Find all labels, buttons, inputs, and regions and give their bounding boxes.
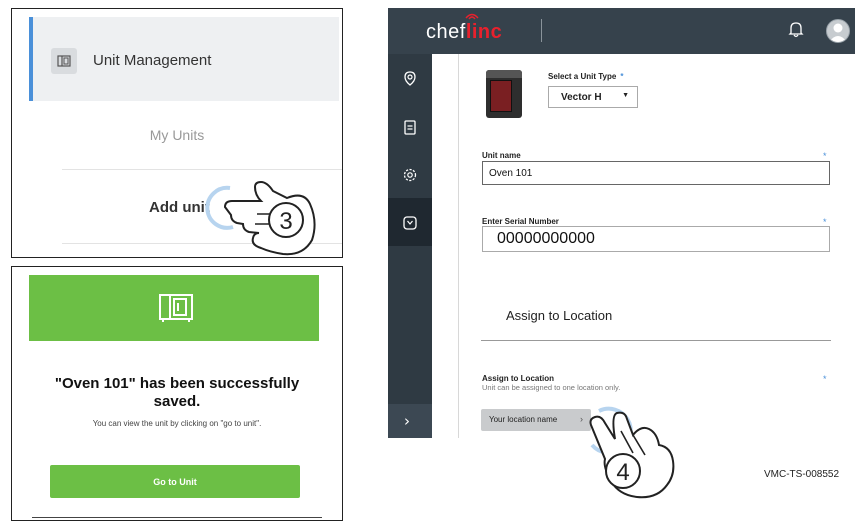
clipboard-icon[interactable]: [401, 118, 419, 136]
tap-hand-icon-step-3: 3: [205, 180, 316, 256]
cheflinc-logo: cheflinc: [426, 21, 503, 43]
divider: [32, 517, 322, 518]
assign-location-label: Assign to Location: [482, 374, 554, 383]
unit-type-label: Select a Unit Type *: [548, 72, 624, 81]
success-panel: "Oven 101" has been successfully saved. …: [11, 266, 343, 521]
chevron-right-icon[interactable]: ›: [404, 412, 410, 430]
add-unit-form: Select a Unit Type * Vector H ▼ Unit name …: [458, 54, 855, 438]
step-number-4: 4: [616, 459, 629, 486]
unit-management-item[interactable]: Unit Management: [29, 17, 339, 101]
assign-location-hint: Unit can be assigned to one location onl…: [482, 383, 621, 392]
go-to-unit-button[interactable]: Go to Unit: [50, 465, 300, 498]
oven-icon: [159, 294, 193, 322]
oven-image: [486, 70, 522, 118]
serial-number-input[interactable]: [482, 226, 830, 252]
serial-number-label: Enter Serial Number: [482, 217, 559, 226]
sidebar: ›: [388, 54, 432, 438]
unit-type-select[interactable]: Vector H ▼: [548, 86, 638, 108]
wifi-icon: [465, 13, 479, 20]
required-marker: *: [823, 374, 827, 384]
sidebar-expand-button[interactable]: [388, 404, 432, 438]
step-number-3: 3: [279, 208, 292, 235]
assign-to-location-heading: Assign to Location: [506, 308, 613, 323]
divider: [541, 19, 542, 42]
bell-icon[interactable]: [788, 20, 804, 38]
top-bar: cheflinc: [388, 8, 855, 54]
add-unit-link[interactable]: Add unit: [149, 199, 210, 216]
location-pin-icon[interactable]: [401, 70, 419, 88]
avatar[interactable]: [826, 19, 850, 43]
my-units-link[interactable]: My Units: [12, 127, 342, 143]
document-reference: VMC-TS-008552: [764, 469, 840, 480]
caret-down-icon: ▼: [622, 92, 629, 99]
unit-name-input[interactable]: [482, 161, 830, 185]
success-subtext: You can view the unit by clicking on "go…: [92, 419, 262, 428]
success-banner: [29, 275, 319, 341]
unit-name-label: Unit name: [482, 151, 521, 160]
divider: [481, 340, 831, 341]
units-icon[interactable]: [401, 214, 419, 232]
success-message: "Oven 101" has been successfully saved.: [54, 375, 300, 410]
cheflinc-app: cheflinc › Select a Unit Type * Vector H ▼…: [388, 8, 855, 438]
required-marker: *: [823, 151, 827, 161]
oven-icon: [51, 48, 77, 74]
gear-icon[interactable]: [401, 166, 419, 184]
unit-management-label: Unit Management: [93, 52, 212, 69]
tap-hand-icon-step-4: 4: [589, 406, 675, 499]
